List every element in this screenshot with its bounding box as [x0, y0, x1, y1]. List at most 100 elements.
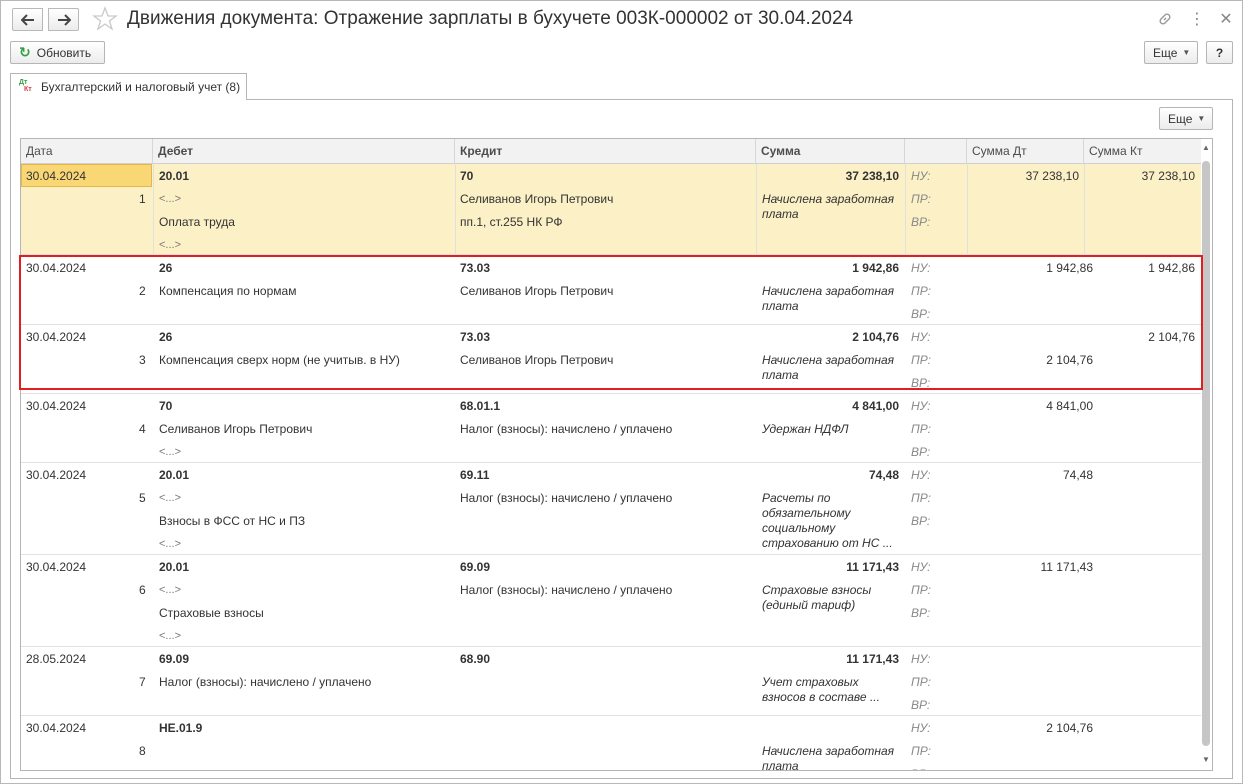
link-button[interactable]	[1155, 9, 1175, 29]
scroll-thumb[interactable]	[1202, 161, 1210, 746]
document-movements-window: Движения документа: Отражение зарплаты в…	[0, 0, 1243, 784]
refresh-label: Обновить	[36, 45, 92, 60]
refresh-button[interactable]: ↻ Обновить	[10, 41, 105, 64]
more-label: Еще	[1153, 45, 1178, 60]
entry-content: Начислена заработная плата	[762, 192, 895, 221]
credit-subconto-1: Налог (взносы): начислено / уплачено	[460, 583, 673, 597]
credit-subconto-1: Селиванов Игорь Петрович	[460, 284, 614, 298]
sum-dt-nu: 4 841,00	[1046, 399, 1093, 413]
vr-label: ВР:	[911, 215, 931, 229]
tab-label: Бухгалтерский и налоговый учет (8)	[41, 80, 241, 94]
chevron-down-icon: ▼	[1197, 114, 1206, 123]
header-debit[interactable]: Дебет	[153, 139, 455, 164]
scroll-up-icon[interactable]: ▲	[1202, 143, 1210, 152]
tab-accounting-tax[interactable]: Дт Кт Бухгалтерский и налоговый учет (8)	[10, 73, 247, 100]
nu-label: НУ:	[911, 330, 931, 344]
entry-content: Учет страховых взносов в составе ...	[762, 675, 880, 704]
title-bar: Движения документа: Отражение зарплаты в…	[1, 1, 1242, 37]
entry-number: 1	[139, 192, 146, 206]
debit-subconto-2: Взносы в ФСС от НС и ПЗ	[159, 514, 306, 528]
table-row[interactable]: 30.04.2024 4 70 Селиванов Игорь Петрович…	[21, 394, 1201, 463]
debit-subconto-3: <...>	[159, 538, 182, 550]
entry-sum: 11 171,43	[846, 560, 899, 574]
debit-subconto-1: <...>	[159, 492, 182, 504]
arrow-right-icon	[57, 13, 71, 26]
entry-sum: 37 238,10	[845, 169, 899, 183]
entry-number: 7	[139, 675, 146, 689]
table-row[interactable]: 30.04.2024 2 26 Компенсация по нормам 73…	[21, 256, 1201, 325]
vr-label: ВР:	[911, 445, 931, 459]
table-row[interactable]: 30.04.2024 6 20.01 <...> Страховые взнос…	[21, 555, 1201, 647]
debit-subconto-3: <...>	[159, 239, 182, 251]
debit-subconto-1: Селиванов Игорь Петрович	[159, 422, 313, 436]
credit-account: 68.90	[460, 652, 491, 666]
debit-account: 26	[159, 330, 173, 344]
entry-sum: 11 171,43	[846, 652, 899, 666]
header-credit[interactable]: Кредит	[455, 139, 756, 164]
link-icon	[1159, 13, 1171, 25]
sum-dt-nu: 1 942,86	[1046, 261, 1093, 275]
forward-button[interactable]	[48, 8, 79, 31]
debit-account: 26	[159, 261, 173, 275]
debit-subconto-1: Компенсация сверх норм (не учитыв. в НУ)	[159, 353, 400, 367]
table-row[interactable]: 30.04.2024 1 20.01 <...> Оплата труда <.…	[21, 164, 1201, 255]
debit-account: 20.01	[159, 169, 190, 183]
header-tax-type	[905, 139, 967, 164]
chevron-down-icon: ▼	[1182, 48, 1191, 57]
entry-date: 30.04.2024	[26, 468, 87, 482]
pr-label: ПР:	[911, 192, 931, 206]
debit-subconto-1: <...>	[159, 584, 182, 596]
dt-kt-icon: Дт Кт	[19, 79, 32, 93]
more-button[interactable]: Еще ▼	[1144, 41, 1198, 64]
sum-dt-nu: 11 171,43	[1040, 560, 1094, 574]
entry-content: Начислена заработная плата	[762, 353, 895, 382]
entry-number: 6	[139, 583, 146, 597]
credit-subconto-2: пп.1, ст.255 НК РФ	[460, 215, 563, 229]
vr-label: ВР:	[911, 606, 931, 620]
entry-content: Удержан НДФЛ	[762, 422, 849, 436]
sum-dt-nu: 37 238,10	[1025, 169, 1079, 183]
entry-content: Начислена заработная плата	[762, 284, 895, 313]
pr-label: ПР:	[911, 675, 931, 689]
arrow-left-icon	[20, 13, 34, 26]
nu-label: НУ:	[911, 399, 931, 413]
nu-label: НУ:	[911, 468, 931, 482]
pr-label: ПР:	[911, 284, 931, 298]
entry-date: 30.04.2024	[26, 169, 87, 183]
header-date[interactable]: Дата	[21, 139, 153, 164]
table-row[interactable]: 28.05.2024 7 69.09 Налог (взносы): начис…	[21, 647, 1201, 716]
header-sum-dt[interactable]: Сумма Дт	[967, 139, 1084, 164]
back-button[interactable]	[12, 8, 43, 31]
panel-more-button[interactable]: Еще ▼	[1159, 107, 1213, 130]
more-actions-icon[interactable]: ⋮	[1187, 9, 1207, 29]
pr-label: ПР:	[911, 422, 931, 436]
vr-label: ВР:	[911, 698, 931, 712]
close-icon[interactable]: ✕	[1216, 9, 1236, 29]
sum-dt-nu: 74,48	[1062, 468, 1093, 482]
window-title: Движения документа: Отражение зарплаты в…	[127, 8, 854, 29]
entry-number: 2	[139, 284, 146, 298]
table-row[interactable]: 30.04.2024 5 20.01 <...> Взносы в ФСС от…	[21, 463, 1201, 555]
credit-subconto-1: Налог (взносы): начислено / уплачено	[460, 422, 673, 436]
header-sum[interactable]: Сумма	[756, 139, 905, 164]
favorite-star-button[interactable]	[92, 6, 118, 32]
sum-kt-nu: 37 238,10	[1141, 169, 1195, 183]
entry-number: 5	[139, 491, 146, 505]
table-row[interactable]: 30.04.2024 3 26 Компенсация сверх норм (…	[21, 325, 1201, 394]
scroll-down-icon[interactable]: ▼	[1202, 755, 1210, 764]
table-row[interactable]: 30.04.2024 8 НЕ.01.9 Начислена заработна…	[21, 716, 1201, 770]
header-sum-kt[interactable]: Сумма Кт	[1084, 139, 1201, 164]
debit-subconto-1: Налог (взносы): начислено / уплачено	[159, 675, 372, 689]
debit-account: НЕ.01.9	[159, 721, 203, 735]
credit-subconto-1: Селиванов Игорь Петрович	[460, 192, 614, 206]
entry-sum: 2 104,76	[852, 330, 899, 344]
help-button[interactable]: ?	[1206, 41, 1233, 64]
credit-account: 69.11	[460, 468, 490, 482]
entries-table[interactable]: Дата Дебет Кредит Сумма Сумма Дт Сумма К…	[20, 138, 1213, 771]
debit-subconto-3: <...>	[159, 630, 182, 642]
credit-account: 73.03	[460, 261, 491, 275]
credit-account: 70	[460, 169, 474, 183]
debit-subconto-2: Оплата труда	[159, 215, 235, 229]
nu-label: НУ:	[911, 261, 931, 275]
credit-subconto-1: Налог (взносы): начислено / уплачено	[460, 491, 673, 505]
